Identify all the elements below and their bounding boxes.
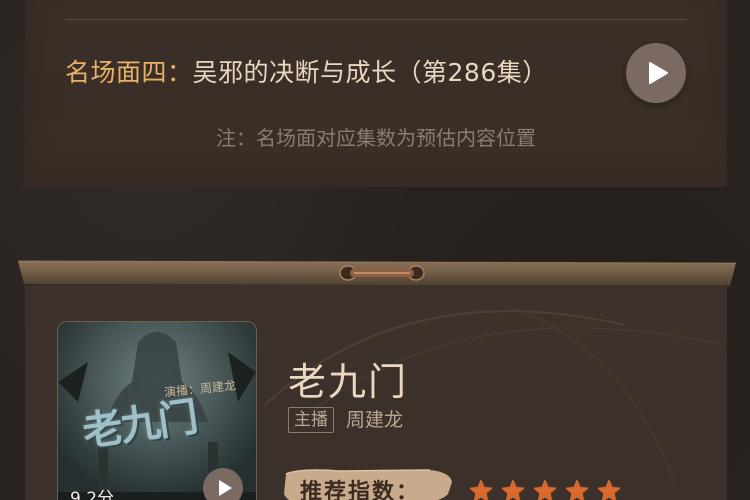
star-icon — [469, 479, 493, 500]
page: 名场面四：吴邪的决断与成长（第286集） 注：名场面对应集数为预估内容位置 演播… — [0, 0, 750, 500]
scene-text: 吴邪的决断与成长（第286集） — [192, 58, 548, 87]
book-card[interactable]: 演播：周建龙 老九门 9.2分 老九门 主播 周建龙 推荐指数： — [25, 285, 727, 500]
rating-score: 9.2分 — [70, 489, 115, 500]
plank-divider — [18, 260, 736, 286]
scene-prefix: 名场面四： — [65, 58, 193, 87]
scene-panel: 名场面四：吴邪的决断与成长（第286集） 注：名场面对应集数为预估内容位置 — [25, 0, 727, 187]
star-icon — [533, 479, 557, 500]
recommend-label: 推荐指数： — [300, 480, 421, 500]
play-icon — [649, 62, 668, 84]
recommend-stars — [469, 479, 621, 500]
book-title: 老九门 — [288, 360, 409, 404]
star-icon — [501, 479, 525, 500]
scene-title: 名场面四：吴邪的决断与成长（第286集） — [65, 57, 548, 89]
host-name: 周建龙 — [346, 409, 404, 431]
book-cover[interactable]: 演播：周建龙 老九门 9.2分 — [57, 321, 257, 500]
scene-item[interactable]: 名场面四：吴邪的决断与成长（第286集） — [65, 43, 687, 103]
divider — [65, 19, 687, 20]
play-icon — [219, 480, 232, 496]
host-tag: 主播 — [288, 407, 334, 433]
star-icon — [565, 479, 589, 500]
scene-play-button[interactable] — [626, 43, 686, 103]
cover-play-button[interactable] — [203, 468, 243, 500]
star-icon — [597, 479, 621, 500]
scene-note: 注：名场面对应集数为预估内容位置 — [216, 126, 536, 150]
